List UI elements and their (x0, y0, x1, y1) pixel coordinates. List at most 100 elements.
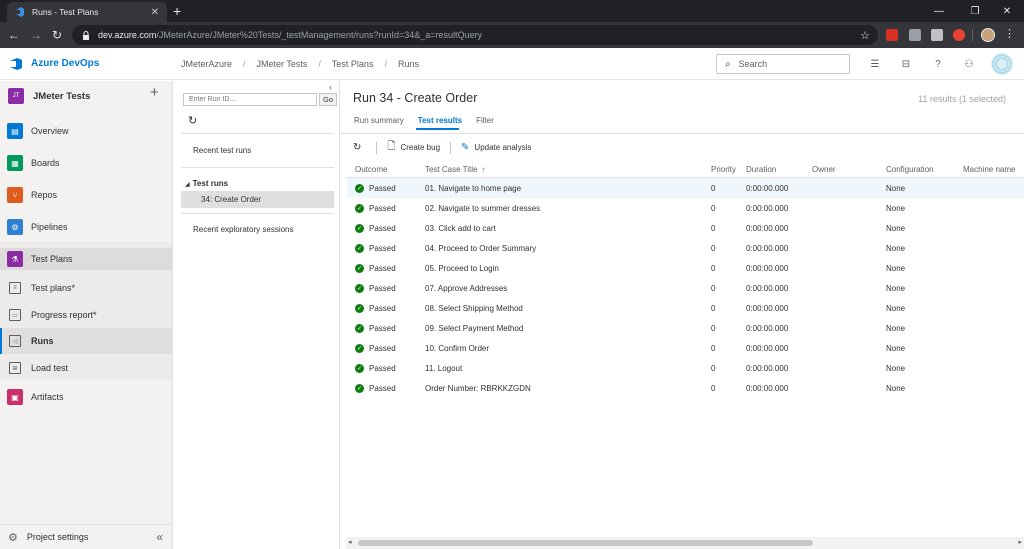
table-header: Outcome Test Case Title ↑ Priority Durati… (347, 161, 1024, 178)
table-row[interactable]: ✓ Passed 09. Select Payment Method 0 0:00:00… (347, 318, 1024, 338)
nav-item-load-test[interactable]: ⊞ Load test (0, 358, 172, 378)
nav-item-runs[interactable]: ◁ Runs (0, 328, 172, 354)
recent-test-runs-link[interactable]: Recent test runs (193, 146, 251, 155)
table-row[interactable]: ✓ Passed 11. Logout 0 0:00:00.000 None (347, 358, 1024, 378)
column-header-outcome[interactable]: Outcome (347, 165, 425, 174)
profile-avatar[interactable] (981, 28, 995, 42)
minimize-icon[interactable]: — (922, 0, 956, 22)
artifacts-icon: ▣ (7, 389, 23, 405)
url-path: /JMeterAzure/JMeter%20Tests/_testManagem… (156, 30, 483, 40)
boards-icon: ▦ (7, 155, 23, 171)
add-icon[interactable]: + (150, 85, 159, 101)
title-cell: 05. Proceed to Login (425, 263, 499, 273)
table-row[interactable]: ✓ Passed 05. Proceed to Login 0 0:00:00.000 N… (347, 258, 1024, 278)
azure-devops-logo-icon[interactable] (9, 57, 23, 71)
help-icon[interactable]: ? (931, 57, 945, 71)
browser-menu-icon[interactable]: ⋮ (1004, 27, 1015, 40)
user-avatar[interactable] (991, 53, 1013, 75)
outcome-cell: ✓ Passed (347, 283, 425, 293)
test-runs-group[interactable]: ◢ Test runs (185, 179, 228, 188)
breadcrumb-org[interactable]: JMeterAzure (181, 59, 232, 69)
nav-item-repos[interactable]: ⑂ Repos (0, 185, 172, 205)
extension-red-icon[interactable] (886, 29, 898, 41)
table-row[interactable]: ✓ Passed 07. Approve Addresses 0 0:00:00.000… (347, 278, 1024, 298)
title-cell: 11. Logout (425, 363, 463, 373)
outcome-label: Passed (369, 203, 396, 213)
nav-item-artifacts[interactable]: ▣ Artifacts (0, 387, 172, 407)
bookmark-star-icon[interactable]: ☆ (860, 29, 870, 42)
collapse-nav-icon[interactable]: « (156, 530, 163, 544)
breadcrumb-test-plans[interactable]: Test Plans (332, 59, 374, 69)
user-settings-icon[interactable]: ⚇ (962, 57, 976, 71)
title-cell: Order Number: RBRKKZGDN (425, 383, 531, 393)
outcome-cell: ✓ Passed (347, 223, 425, 233)
priority-cell: 0 (711, 283, 716, 293)
extension-shield-icon[interactable] (953, 29, 965, 41)
duration-cell: 0:00:00.000 (746, 383, 789, 393)
table-row[interactable]: ✓ Passed 01. Navigate to home page 0 0:00:00… (347, 178, 1024, 198)
reload-icon[interactable]: ↻ (49, 27, 65, 43)
window-close-icon[interactable]: ✕ (990, 0, 1024, 22)
horizontal-scrollbar[interactable]: ◂ ▸ (346, 537, 1024, 549)
search-input[interactable]: ⌕ Search (716, 54, 850, 74)
back-icon[interactable]: ← (6, 27, 22, 43)
selected-run-item[interactable]: 34: Create Order (181, 191, 334, 208)
table-row[interactable]: ✓ Passed 04. Proceed to Order Summary 0 0:00… (347, 238, 1024, 258)
refresh-button[interactable]: ↻ (353, 142, 366, 153)
create-bug-button[interactable]: 🗋 Create bug (387, 139, 440, 156)
run-id-input[interactable] (183, 93, 317, 106)
table-row[interactable]: ✓ Passed Order Number: RBRKKZGDN 0 0:00:00.0… (347, 378, 1024, 398)
breadcrumb: JMeterAzure / JMeter Tests / Test Plans … (181, 59, 419, 69)
ado-header: Azure DevOps JMeterAzure / JMeter Tests … (0, 48, 1024, 80)
recent-exploratory-link[interactable]: Recent exploratory sessions (193, 225, 294, 234)
nav-item-boards[interactable]: ▦ Boards (0, 153, 172, 173)
repos-icon: ⑂ (7, 187, 23, 203)
scroll-left-icon[interactable]: ◂ (348, 538, 352, 546)
close-tab-icon[interactable]: ✕ (151, 7, 159, 18)
column-header-configuration[interactable]: Configuration (886, 165, 963, 174)
address-bar[interactable]: dev.azure.com /JMeterAzure/JMeter%20Test… (72, 25, 878, 45)
nav-item-test-plans-sub[interactable]: ≡ Test plans* (0, 278, 172, 298)
tab-run-summary[interactable]: Run summary (354, 116, 404, 129)
browser-tab[interactable]: Runs - Test Plans ✕ (7, 2, 167, 22)
column-header-duration[interactable]: Duration (746, 165, 812, 174)
priority-cell: 0 (711, 243, 716, 253)
tab-filter[interactable]: Filter (476, 116, 494, 129)
column-header-title[interactable]: Test Case Title ↑ (425, 165, 711, 174)
list-icon[interactable]: ☰ (868, 57, 882, 71)
passed-check-icon: ✓ (355, 243, 364, 253)
extension-grey-icon[interactable] (909, 29, 921, 41)
table-row[interactable]: ✓ Passed 10. Confirm Order 0 0:00:00.000 None (347, 338, 1024, 358)
table-row[interactable]: ✓ Passed 02. Navigate to summer dresses 0 0:… (347, 198, 1024, 218)
scrollbar-thumb[interactable] (358, 540, 813, 546)
column-header-owner[interactable]: Owner (812, 165, 886, 174)
outcome-label: Passed (369, 303, 396, 313)
shopping-bag-icon[interactable]: ⊟ (899, 57, 913, 71)
column-header-priority[interactable]: Priority (711, 165, 746, 174)
nav-item-overview[interactable]: ▤ Overview (0, 121, 172, 141)
new-tab-icon[interactable]: + (173, 3, 181, 19)
restore-icon[interactable]: ❐ (958, 0, 992, 22)
results-table: Outcome Test Case Title ↑ Priority Durati… (347, 161, 1024, 398)
scroll-right-icon[interactable]: ▸ (1018, 538, 1022, 546)
refresh-runs-icon[interactable]: ↻ (188, 114, 197, 127)
nav-item-pipelines[interactable]: ⚙ Pipelines (0, 217, 172, 237)
breadcrumb-project[interactable]: JMeter Tests (257, 59, 308, 69)
update-analysis-button[interactable]: ✎ Update analysis (461, 142, 531, 153)
table-row[interactable]: ✓ Passed 08. Select Shipping Method 0 0:00:0… (347, 298, 1024, 318)
azure-devops-favicon-icon (16, 7, 24, 17)
outcome-label: Passed (369, 243, 396, 253)
nav-item-progress-report[interactable]: ▭ Progress report* (0, 305, 172, 325)
page-title: Run 34 - Create Order (353, 91, 478, 105)
chevron-left-icon[interactable]: ‹ (329, 82, 332, 92)
ado-brand[interactable]: Azure DevOps (31, 58, 99, 69)
extension-printer-icon[interactable] (931, 29, 943, 41)
nav-item-test-plans[interactable]: ⚗ Test Plans (0, 248, 172, 270)
project-settings[interactable]: ⚙ Project settings « (0, 524, 172, 549)
project-switcher[interactable]: JT JMeter Tests (8, 88, 90, 104)
breadcrumb-runs[interactable]: Runs (398, 59, 419, 69)
forward-icon[interactable]: → (28, 27, 44, 43)
go-button[interactable]: Go (319, 93, 337, 106)
table-row[interactable]: ✓ Passed 03. Click add to cart 0 0:00:00.000… (347, 218, 1024, 238)
column-header-machine-name[interactable]: Machine name (963, 165, 1024, 174)
